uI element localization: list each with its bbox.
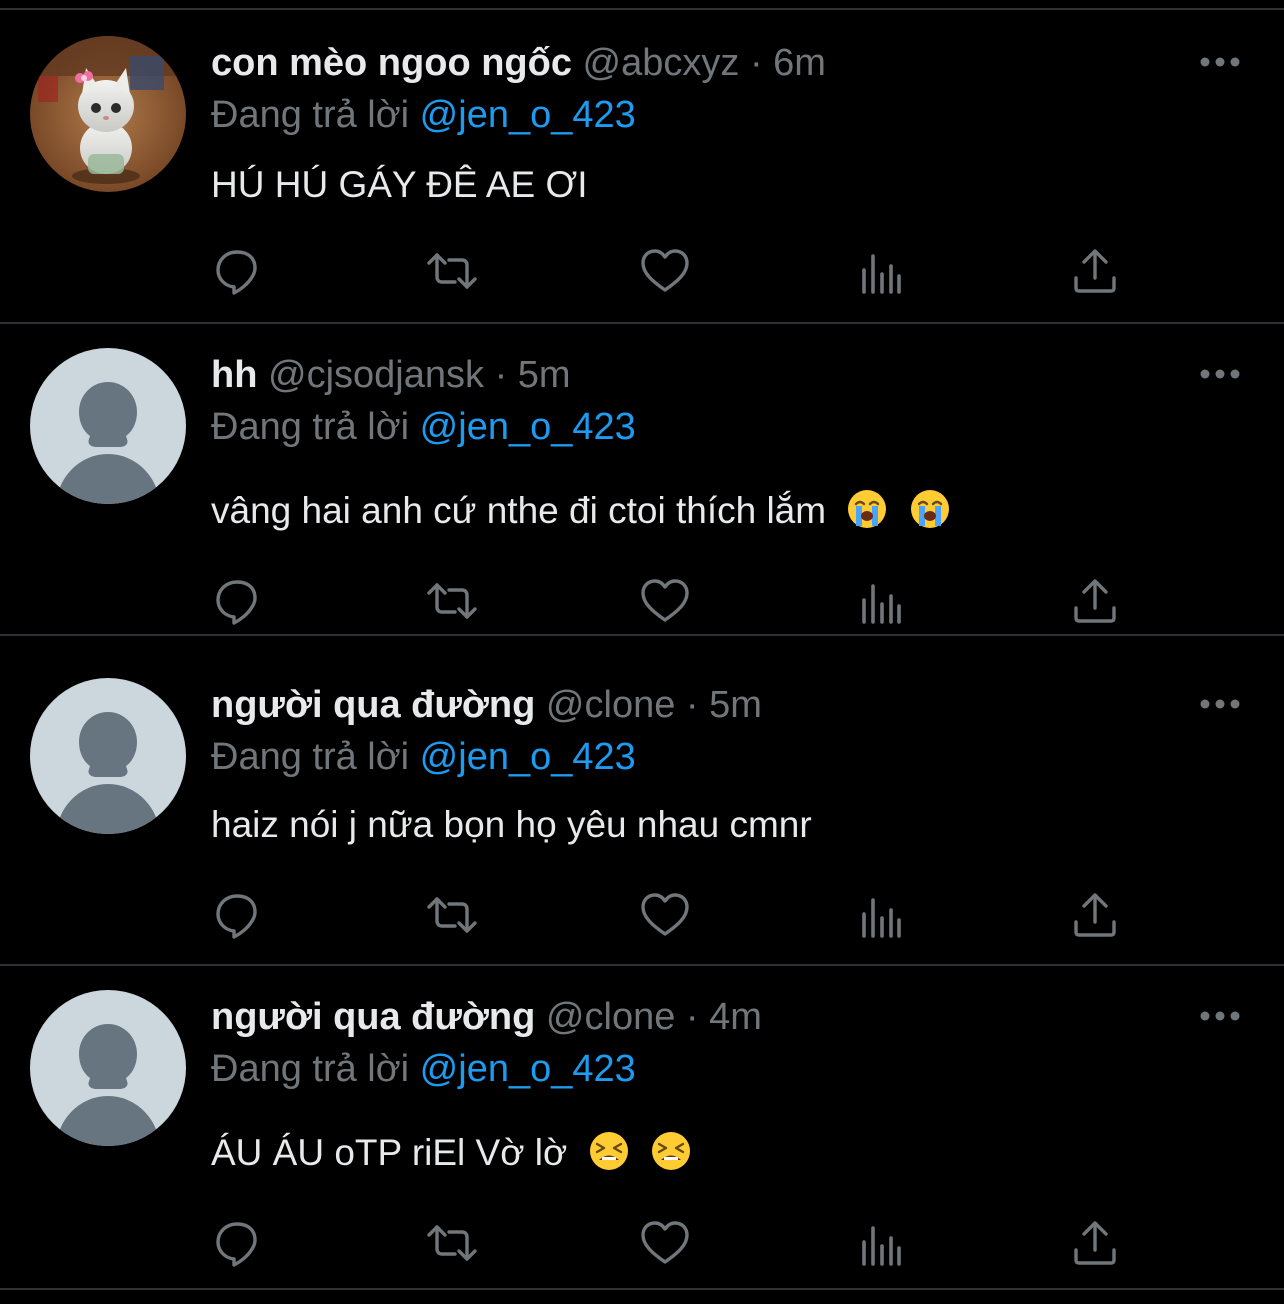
separator-dot: · <box>685 684 699 726</box>
like-icon[interactable] <box>638 244 692 298</box>
loudly-crying-face-icon <box>909 488 951 530</box>
tired-face-icon <box>588 1130 630 1172</box>
display-name[interactable]: người qua đường <box>211 996 535 1038</box>
retweet-icon[interactable] <box>425 574 479 628</box>
timestamp[interactable]: 6m <box>773 42 826 84</box>
tweet-text: HÚ HÚ GÁY ĐÊ AE ƠI <box>211 160 587 210</box>
tweet-header: người qua đường @clone · 4m <box>211 992 762 1042</box>
tweet-header: hh @cjsodjansk · 5m <box>211 350 571 400</box>
tweet-text: ÁU ÁU oTP riEl Vờ lờ <box>211 1128 692 1178</box>
user-handle[interactable]: @clone <box>546 684 675 726</box>
replying-to-label: Đang trả lời <box>211 406 410 448</box>
separator-dot: · <box>494 354 508 396</box>
separator-dot: · <box>685 996 699 1038</box>
like-icon[interactable] <box>638 574 692 628</box>
share-icon[interactable] <box>1068 574 1122 628</box>
loudly-crying-face-icon <box>846 488 888 530</box>
top-divider <box>0 0 1284 10</box>
default-avatar-image <box>30 678 186 834</box>
replying-to-handle[interactable]: @jen_o_423 <box>420 406 636 448</box>
reply-icon[interactable] <box>210 888 264 942</box>
more-options-icon[interactable] <box>1198 694 1242 714</box>
separator-dot: · <box>749 42 763 84</box>
more-options-icon[interactable] <box>1198 52 1242 72</box>
tweet[interactable]: người qua đường @clone · 5m Đang trả lời… <box>0 654 1284 966</box>
tweet-text-content: vâng hai anh cứ nthe đi ctoi thích lắm <box>211 490 827 531</box>
tweet-text-content: haiz nói j nữa bọn họ yêu nhau cmnr <box>211 804 812 845</box>
replying-to: Đang trả lời @jen_o_423 <box>211 732 636 782</box>
user-handle[interactable]: @abcxyz <box>583 42 740 84</box>
avatar[interactable] <box>30 990 186 1146</box>
timestamp[interactable]: 4m <box>709 996 762 1038</box>
display-name[interactable]: người qua đường <box>211 684 535 726</box>
replying-to-handle[interactable]: @jen_o_423 <box>420 94 636 136</box>
reply-icon[interactable] <box>210 244 264 298</box>
default-avatar-image <box>30 990 186 1146</box>
default-avatar-image <box>30 348 186 504</box>
replying-to-handle[interactable]: @jen_o_423 <box>420 736 636 778</box>
views-icon[interactable] <box>852 888 906 942</box>
tweet-header: người qua đường @clone · 5m <box>211 680 762 730</box>
share-icon[interactable] <box>1068 244 1122 298</box>
user-handle[interactable]: @cjsodjansk <box>268 354 484 396</box>
display-name[interactable]: con mèo ngoo ngốc <box>211 42 572 84</box>
share-icon[interactable] <box>1068 1216 1122 1270</box>
more-options-icon[interactable] <box>1198 1006 1242 1026</box>
display-name[interactable]: hh <box>211 354 257 396</box>
share-icon[interactable] <box>1068 888 1122 942</box>
retweet-icon[interactable] <box>425 244 479 298</box>
user-handle[interactable]: @clone <box>546 996 675 1038</box>
tweet[interactable]: người qua đường @clone · 4m Đang trả lời… <box>0 966 1284 1290</box>
retweet-icon[interactable] <box>425 888 479 942</box>
tweet-text-content: ÁU ÁU oTP riEl Vờ lờ <box>211 1132 568 1173</box>
replying-to-label: Đang trả lời <box>211 94 410 136</box>
views-icon[interactable] <box>852 1216 906 1270</box>
replying-to: Đang trả lời @jen_o_423 <box>211 90 636 140</box>
tweet[interactable]: hh @cjsodjansk · 5m Đang trả lời @jen_o_… <box>0 324 1284 636</box>
replying-to: Đang trả lời @jen_o_423 <box>211 1044 636 1094</box>
tweet-header: con mèo ngoo ngốc @abcxyz · 6m <box>211 38 826 88</box>
tweet[interactable]: con mèo ngoo ngốc @abcxyz · 6m Đang trả … <box>0 12 1284 324</box>
timestamp[interactable]: 5m <box>709 684 762 726</box>
avatar[interactable] <box>30 348 186 504</box>
tweet-text: haiz nói j nữa bọn họ yêu nhau cmnr <box>211 800 812 850</box>
reply-icon[interactable] <box>210 574 264 628</box>
timestamp[interactable]: 5m <box>518 354 571 396</box>
replying-to-handle[interactable]: @jen_o_423 <box>420 1048 636 1090</box>
replying-to-label: Đang trả lời <box>211 736 410 778</box>
views-icon[interactable] <box>852 574 906 628</box>
like-icon[interactable] <box>638 1216 692 1270</box>
like-icon[interactable] <box>638 888 692 942</box>
replying-to-label: Đang trả lời <box>211 1048 410 1090</box>
avatar[interactable] <box>30 678 186 834</box>
replying-to: Đang trả lời @jen_o_423 <box>211 402 636 452</box>
cat-avatar-image <box>30 36 186 192</box>
avatar[interactable] <box>30 36 186 192</box>
reply-icon[interactable] <box>210 1216 264 1270</box>
tweet-text-content: HÚ HÚ GÁY ĐÊ AE ƠI <box>211 164 588 205</box>
tired-face-icon <box>650 1130 692 1172</box>
more-options-icon[interactable] <box>1198 364 1242 384</box>
retweet-icon[interactable] <box>425 1216 479 1270</box>
tweet-text: vâng hai anh cứ nthe đi ctoi thích lắm <box>211 486 951 536</box>
views-icon[interactable] <box>852 244 906 298</box>
